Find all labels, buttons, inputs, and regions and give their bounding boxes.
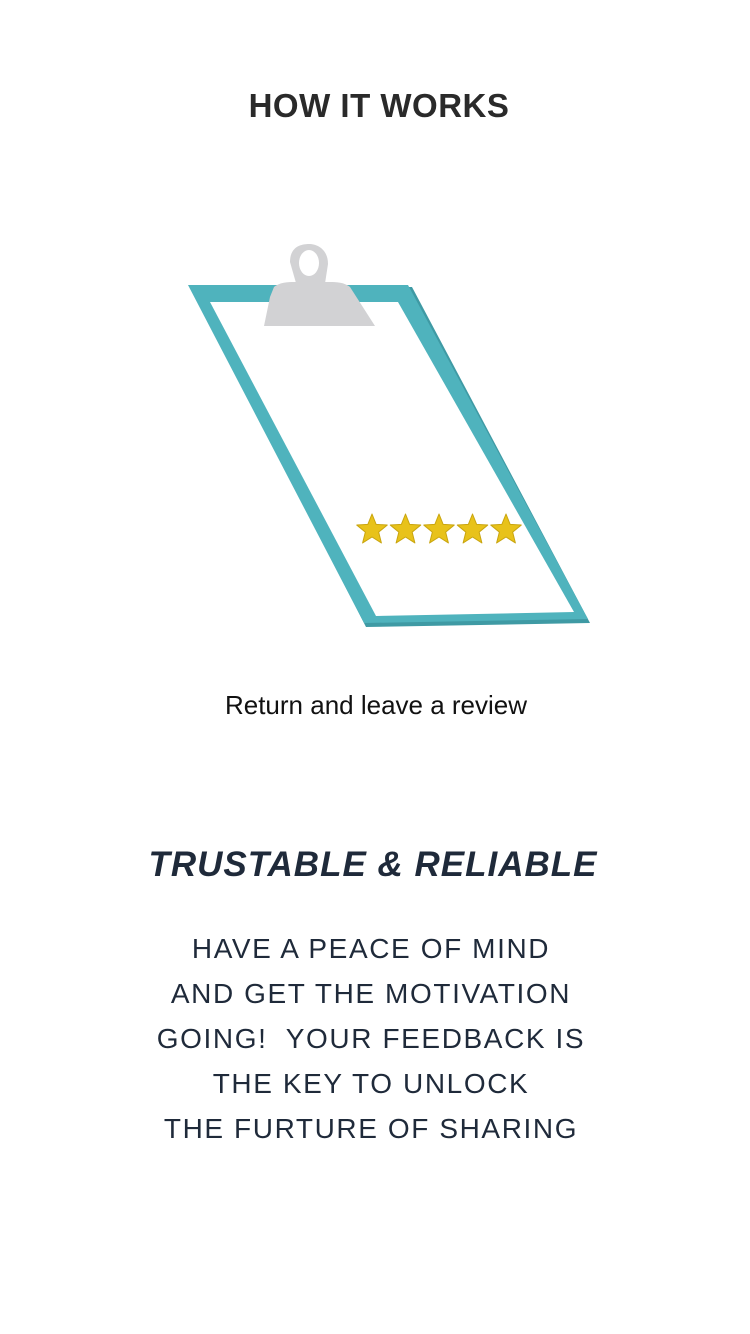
body-line: GOING! YOUR FEEDBACK IS [156, 1023, 586, 1054]
body-line: HAVE A PEACE OF MIND [191, 933, 551, 964]
body-line: THE FURTURE OF SHARING [163, 1113, 579, 1144]
page-title: HOW IT WORKS [248, 87, 510, 124]
body-line: THE KEY TO UNLOCK [212, 1068, 530, 1099]
body-line: AND GET THE MOTIVATION [170, 978, 572, 1009]
section-body: HAVE A PEACE OF MIND AND GET THE MOTIVAT… [0, 926, 742, 1151]
step-caption: Return and leave a review [224, 690, 528, 720]
section-heading: TRUSTABLE & RELIABLE [148, 845, 598, 884]
how-it-works-screen: HOW IT WORKS Return and leave a review T… [0, 0, 750, 1334]
clipboard-review-illustration [170, 230, 610, 650]
clipboard-icon [188, 244, 590, 627]
